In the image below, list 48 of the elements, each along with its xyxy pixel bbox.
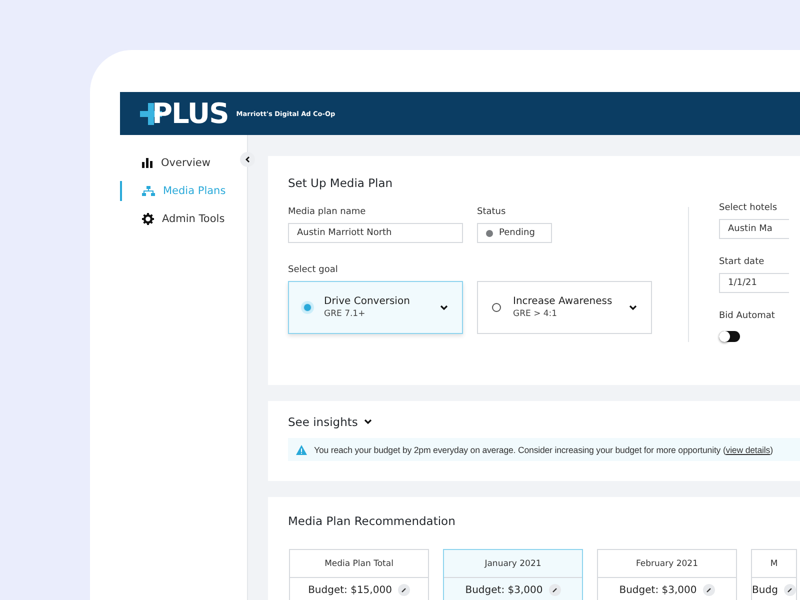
status-dot <box>486 230 493 236</box>
budget-text: Budget: $15,000 <box>308 584 392 596</box>
chevron-down-icon <box>364 419 372 425</box>
month-card[interactable]: February 2021 Budget: $3,000 <box>597 549 737 600</box>
alert-message: You reach your budget by 2pm everyday on average. Consider increasing your budget for more opportunity (view details) <box>314 444 773 454</box>
field-label: Start date <box>719 257 766 267</box>
bar-chart-icon <box>142 158 153 168</box>
budget-text: Budget: $3,000 <box>465 584 543 596</box>
field-label: Media plan name <box>288 207 367 217</box>
settings-icon <box>142 213 154 225</box>
chevron-down-icon <box>629 304 637 310</box>
edit-icon[interactable] <box>548 584 561 596</box>
budget-text: Budget: $3,000 <box>619 584 697 596</box>
goal-option[interactable]: Increase Awareness GRE > 4:1 <box>477 281 652 334</box>
logo-text: PLUS <box>152 97 228 130</box>
section-title: Media Plan Recommendation <box>288 514 456 528</box>
chevron-down-icon <box>440 304 448 310</box>
radio-button[interactable] <box>492 303 501 312</box>
month-card[interactable]: M Budg <box>751 549 797 600</box>
field-label: Bid Automat <box>719 311 776 321</box>
budget-text: Budg <box>752 584 778 596</box>
field-label: Status <box>477 207 507 217</box>
field-label: Select hotels <box>719 203 778 213</box>
month-title: Media Plan Total <box>290 550 428 578</box>
field-label: Select goal <box>288 265 339 275</box>
date-input[interactable]: 1/1/21 <box>719 273 789 293</box>
hotel-select[interactable]: Austin Ma <box>719 219 789 239</box>
month-title: February 2021 <box>598 550 736 578</box>
month-card[interactable]: Media Plan Total Budget: $15,000 <box>289 549 429 600</box>
chevron-left-icon <box>245 156 250 163</box>
goal-option[interactable]: Drive Conversion GRE 7.1+ <box>288 281 463 334</box>
month-card[interactable]: January 2021 Budget: $3,000 <box>443 549 583 600</box>
edit-icon[interactable] <box>398 584 410 596</box>
warning-icon <box>296 444 307 454</box>
month-title: M <box>752 550 796 578</box>
month-title: January 2021 <box>444 550 582 578</box>
edit-icon[interactable] <box>784 584 796 596</box>
nav-item[interactable]: Admin Tools <box>120 209 235 229</box>
name-input[interactable]: Austin Marriott North <box>288 223 463 243</box>
insights-toggle[interactable]: See insights <box>288 415 358 429</box>
toggle-switch[interactable] <box>719 331 740 342</box>
status-field: Pending <box>477 223 552 243</box>
edit-icon[interactable] <box>702 584 715 596</box>
collapse-button[interactable] <box>240 152 255 167</box>
section-title: Set Up Media Plan <box>288 176 394 190</box>
nav-item[interactable]: Overview <box>120 153 220 173</box>
hierarchy-icon <box>142 186 155 196</box>
view-details-link[interactable]: view details <box>726 444 770 454</box>
